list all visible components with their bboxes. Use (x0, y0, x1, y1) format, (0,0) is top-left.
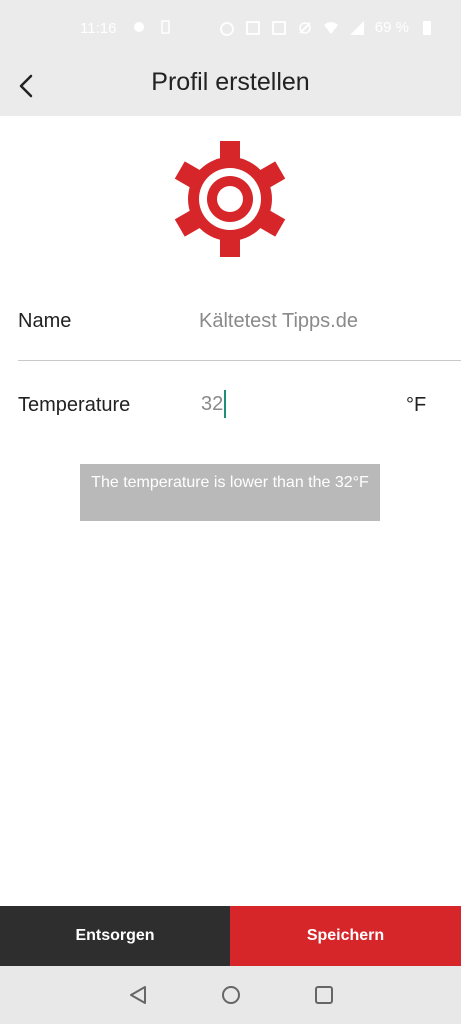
nfc-icon (245, 20, 260, 35)
signal-icon (349, 20, 364, 35)
page-title: Profil erstellen (151, 68, 310, 96)
triangle-back-icon[interactable] (126, 983, 150, 1007)
battery-icon (423, 20, 431, 35)
status-time: 11:16 (80, 20, 117, 37)
gear-icon (174, 141, 286, 257)
divider (18, 360, 461, 361)
do-not-disturb-icon (299, 21, 311, 34)
name-label: Name (18, 310, 72, 332)
save-button[interactable]: Speichern (230, 906, 461, 966)
discard-button[interactable]: Entsorgen (0, 906, 230, 966)
temperature-value: 32 (201, 392, 224, 415)
system-nav-bar (0, 966, 461, 1024)
square-recents-icon[interactable] (312, 983, 336, 1007)
temperature-label: Temperature (18, 394, 131, 416)
status-bar: 11:16 69 % (0, 0, 461, 58)
battery-percent: 69 % (374, 19, 409, 36)
wifi-icon (323, 21, 338, 34)
temperature-unit: °F (406, 394, 427, 416)
alarm-icon (219, 21, 234, 36)
screenshot-icon (271, 20, 286, 35)
name-input[interactable]: Kältetest Tipps.de (199, 310, 358, 333)
temperature-input[interactable]: 32 (201, 389, 227, 419)
battery-saver-icon (161, 20, 170, 34)
app-bar: Profil erstellen (0, 58, 461, 116)
text-caret (224, 390, 227, 418)
notification-icon (134, 22, 144, 32)
circle-home-icon[interactable] (219, 983, 243, 1007)
warning-toast: The temperature is lower than the 32°F (80, 464, 380, 521)
